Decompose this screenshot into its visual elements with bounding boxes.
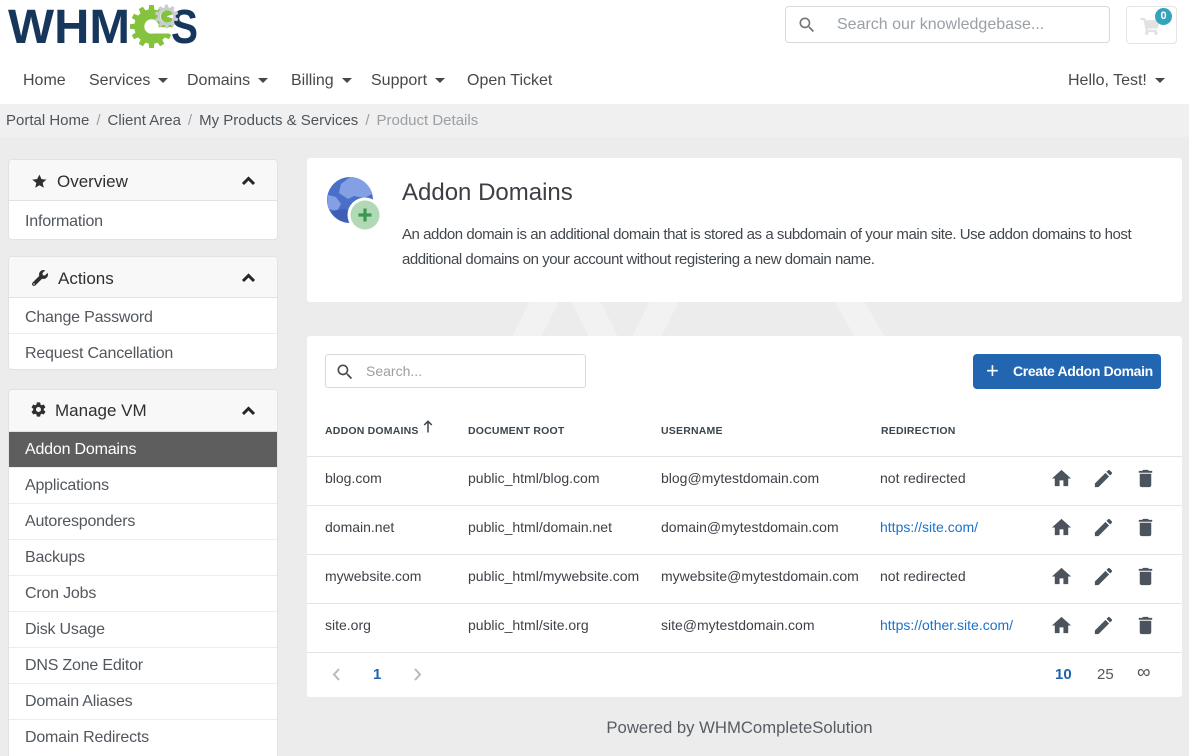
svg-text:WHM: WHM: [8, 1, 130, 54]
svg-text:S: S: [171, 1, 198, 54]
